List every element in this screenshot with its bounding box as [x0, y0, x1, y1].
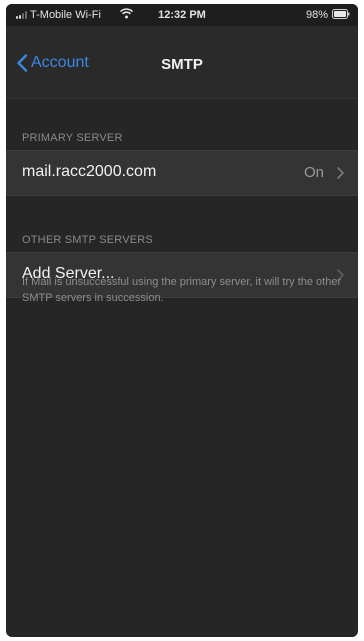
- page-title: SMTP: [161, 56, 203, 73]
- primary-server-header: PRIMARY SERVER: [22, 132, 123, 144]
- phone-screen: T-Mobile Wi-Fi 12:32 PM 98% Account SMTP…: [6, 4, 358, 637]
- primary-server-row[interactable]: mail.racc2000.com On: [6, 150, 358, 196]
- battery-icon: [332, 9, 350, 19]
- chevron-right-icon: [337, 167, 344, 179]
- battery-percentage: 98%: [305, 9, 328, 21]
- smtp-footer-note: If Mail is unsuccessful using the primar…: [22, 276, 342, 304]
- primary-server-host: mail.racc2000.com: [22, 163, 157, 180]
- navigation-bar: Account SMTP: [6, 26, 358, 99]
- other-servers-header: OTHER SMTP SERVERS: [22, 234, 153, 246]
- primary-server-status: On: [303, 164, 324, 181]
- status-bar: T-Mobile Wi-Fi 12:32 PM 98%: [6, 4, 358, 26]
